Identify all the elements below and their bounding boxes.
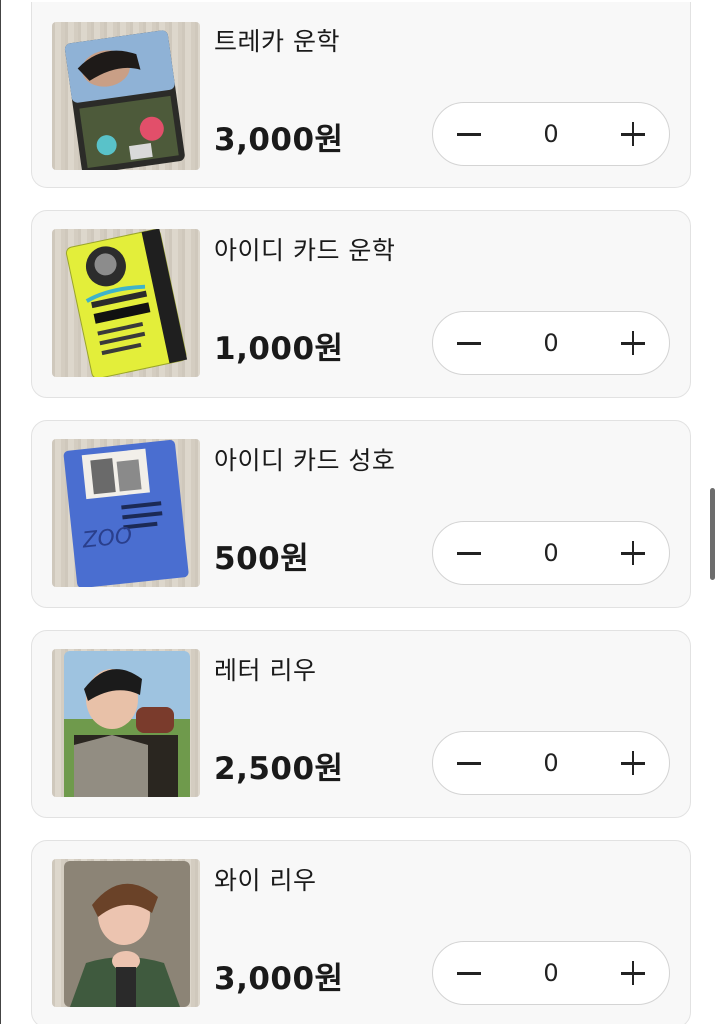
product-name: 와이 리우 [214,866,317,895]
product-price: 2,500원 [214,751,344,787]
plus-icon[interactable] [619,539,647,567]
photocard-image [64,651,190,797]
product-card[interactable]: 와이 리우 3,000원 0 [31,840,691,1024]
quantity-stepper: 0 [432,311,670,375]
product-card[interactable]: ZOO 아이디 카드 성호 500원 0 [31,420,691,608]
product-list-page: 트레카 운학 3,000원 0 아이디 카드 운학 1,000원 0 ZOO 아… [0,0,720,1024]
minus-icon[interactable] [455,120,483,148]
product-name: 아이디 카드 성호 [214,446,396,475]
plus-icon[interactable] [619,329,647,357]
product-price: 1,000원 [214,331,344,367]
quantity-value: 0 [543,329,559,357]
product-card[interactable]: 레터 리우 2,500원 0 [31,630,691,818]
svg-text:ZOO: ZOO [80,524,133,554]
quantity-stepper: 0 [432,731,670,795]
minus-icon[interactable] [455,749,483,777]
quantity-value: 0 [543,959,559,987]
quantity-value: 0 [543,749,559,777]
minus-icon[interactable] [455,959,483,987]
quantity-stepper: 0 [432,521,670,585]
product-image [52,649,200,797]
quantity-value: 0 [543,539,559,567]
product-image [52,22,200,170]
product-name: 아이디 카드 운학 [214,236,396,265]
plus-icon[interactable] [619,120,647,148]
product-image: ZOO [52,439,200,587]
id-card-image: ZOO [63,440,189,587]
product-name: 레터 리우 [214,656,317,685]
scrollbar[interactable] [710,488,715,580]
quantity-stepper: 0 [432,941,670,1005]
product-card[interactable]: 트레카 운학 3,000원 0 [31,2,691,188]
id-card-image [65,229,188,377]
product-price: 3,000원 [214,961,344,997]
product-price: 3,000원 [214,122,344,158]
product-price: 500원 [214,541,310,577]
plus-icon[interactable] [619,749,647,777]
minus-icon[interactable] [455,329,483,357]
minus-icon[interactable] [455,539,483,567]
photocard-image [64,30,185,170]
product-card[interactable]: 아이디 카드 운학 1,000원 0 [31,210,691,398]
quantity-value: 0 [543,120,559,148]
plus-icon[interactable] [619,959,647,987]
quantity-stepper: 0 [432,102,670,166]
product-list: 트레카 운학 3,000원 0 아이디 카드 운학 1,000원 0 ZOO 아… [31,2,691,1024]
photocard-image [64,861,190,1007]
product-name: 트레카 운학 [214,27,340,56]
product-image [52,859,200,1007]
product-image [52,229,200,377]
